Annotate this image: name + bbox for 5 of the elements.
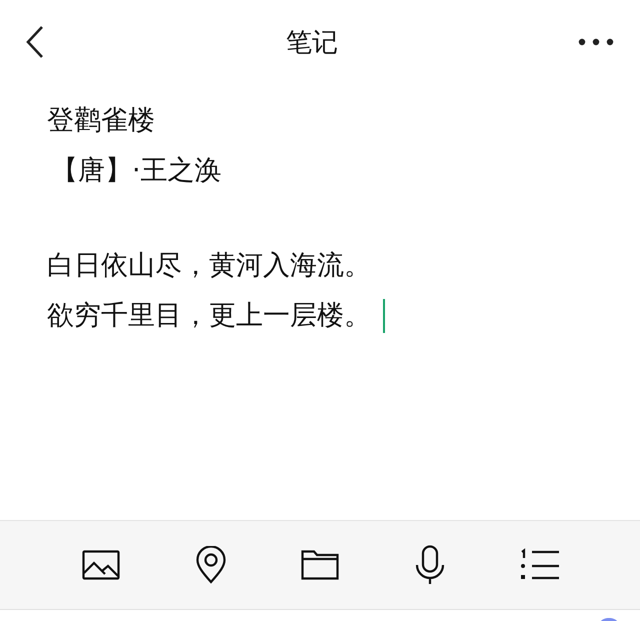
note-title: 登鹳雀楼: [47, 104, 155, 138]
verse-line: 白日依山尽，黄河入海流。: [47, 249, 371, 283]
window-title: 笔记: [286, 26, 338, 60]
verse-line: 欲穷千里目，更上一层楼。: [47, 299, 371, 333]
author-line: 【唐】·王之涣: [51, 154, 222, 188]
